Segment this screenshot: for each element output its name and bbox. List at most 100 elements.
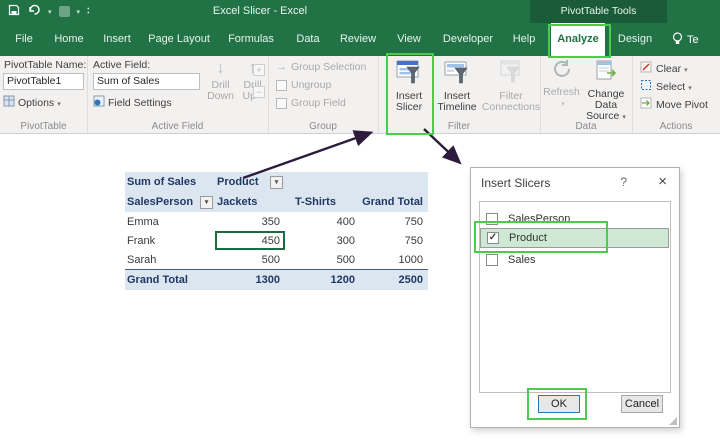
excel-window: ▾ ▾ ∶ Excel Slicer - Excel PivotTable To…: [0, 0, 720, 444]
undo-dropdown-icon[interactable]: ▾: [48, 8, 52, 16]
pivot-cell[interactable]: Grand Total: [125, 270, 215, 291]
pivot-cell[interactable]: 750: [360, 212, 428, 231]
tab-developer[interactable]: Developer: [436, 23, 500, 56]
pivot-header-cell[interactable]: [360, 172, 428, 192]
insert-slicer-button[interactable]: Insert Slicer: [388, 57, 430, 113]
salesperson-filter-dropdown[interactable]: [200, 196, 213, 209]
drill-down-icon: ↓: [216, 59, 225, 77]
group-selection-button: → Group Selection: [276, 61, 366, 73]
group-label-data: Data: [540, 121, 632, 132]
field-settings-icon: [93, 95, 105, 110]
product-checkbox[interactable]: ✓: [487, 232, 499, 244]
pivot-cell[interactable]: 1000: [360, 250, 428, 270]
ribbon-tab-row: File Home Insert Page Layout Formulas Da…: [0, 23, 720, 56]
pivot-cell[interactable]: 500: [215, 250, 285, 270]
sales-checkbox[interactable]: [486, 254, 498, 266]
tab-formulas[interactable]: Formulas: [220, 23, 282, 56]
ribbon-group-actions: Clear Select Move Pivot Actions: [632, 56, 720, 133]
pivot-cell[interactable]: 350: [215, 212, 285, 231]
ungroup-button: Ungroup: [276, 79, 331, 91]
resize-grip-icon[interactable]: [669, 417, 677, 425]
active-field-input[interactable]: Sum of Sales: [93, 73, 200, 90]
pivot-cell[interactable]: 750: [360, 231, 428, 250]
pivot-header-cell[interactable]: [285, 172, 360, 192]
pivot-cell[interactable]: 300: [285, 231, 360, 250]
ribbon-group-group: → Group Selection Ungroup Group Field Gr…: [268, 56, 379, 133]
tab-view[interactable]: View: [390, 23, 428, 56]
insert-timeline-icon: [444, 59, 470, 88]
select-button[interactable]: Select: [640, 79, 692, 94]
tab-design[interactable]: Design: [611, 23, 659, 56]
select-icon: [640, 79, 652, 94]
field-settings-label: Field Settings: [108, 97, 172, 109]
field-label: SalesPerson: [508, 213, 570, 225]
pivottable-name-input[interactable]: PivotTable1: [3, 73, 84, 90]
tab-home[interactable]: Home: [48, 23, 90, 56]
pivottable-name-label: PivotTable Name:: [4, 59, 86, 71]
dialog-title: Insert Slicers: [481, 176, 550, 190]
title-bar: ▾ ▾ ∶ Excel Slicer - Excel PivotTable To…: [0, 0, 720, 23]
tab-page-layout[interactable]: Page Layout: [144, 23, 214, 56]
product-filter-dropdown[interactable]: [270, 176, 283, 189]
field-item-product[interactable]: ✓ Product: [480, 228, 669, 248]
cancel-button[interactable]: Cancel: [621, 395, 663, 413]
refresh-button: Refresh: [544, 57, 579, 110]
field-item-sales[interactable]: Sales: [480, 250, 669, 270]
group-label-group: Group: [268, 121, 378, 132]
tab-analyze[interactable]: Analyze: [551, 23, 605, 56]
move-pivottable-button[interactable]: Move Pivot: [640, 97, 708, 112]
quick-access-toolbar: ▾ ▾ ∶: [8, 0, 90, 23]
field-item-salesperson[interactable]: SalesPerson: [480, 209, 669, 229]
tab-help[interactable]: Help: [506, 23, 542, 56]
pivot-row-field-cell[interactable]: SalesPerson: [125, 192, 215, 212]
salesperson-checkbox[interactable]: [486, 213, 498, 225]
expand-field-icon: +: [253, 64, 265, 76]
clear-button[interactable]: Clear: [640, 61, 688, 76]
pivot-cell[interactable]: 1200: [285, 270, 360, 291]
pivot-cell[interactable]: 500: [285, 250, 360, 270]
redo-icon: [59, 6, 70, 17]
field-label: Sales: [508, 254, 536, 266]
selected-cell[interactable]: 450: [215, 231, 285, 250]
filter-connections-button: Filter Connections: [482, 57, 540, 113]
group-selection-icon: →: [276, 62, 287, 73]
change-data-source-button[interactable]: Change Data Source: [581, 57, 631, 123]
field-settings-button[interactable]: Field Settings: [93, 95, 172, 110]
customize-qat-icon[interactable]: ∶: [87, 6, 90, 17]
insert-slicers-dialog: Insert Slicers ? × SalesPerson ✓ Product…: [470, 167, 680, 428]
save-icon[interactable]: [8, 3, 20, 21]
pivot-col-field-cell[interactable]: Product: [215, 172, 285, 192]
pivot-cell[interactable]: 2500: [360, 270, 428, 291]
pivot-header-jackets[interactable]: Jackets: [215, 192, 285, 212]
insert-slicer-icon: [396, 59, 422, 88]
pivot-cell[interactable]: Sarah: [125, 250, 215, 270]
ok-button[interactable]: OK: [538, 395, 580, 413]
close-icon[interactable]: ×: [658, 173, 667, 190]
options-label: Options: [18, 97, 61, 109]
col-field-label: Product: [217, 176, 259, 188]
pivot-header-grand-total[interactable]: Grand Total: [360, 192, 428, 212]
options-button[interactable]: Options: [3, 95, 61, 110]
contextual-tools-header: PivotTable Tools: [530, 0, 667, 23]
pivot-table: Sum of Sales Product SalesPerson Jackets…: [125, 172, 428, 290]
tab-review[interactable]: Review: [334, 23, 382, 56]
help-icon[interactable]: ?: [620, 175, 627, 189]
pivot-cell[interactable]: Frank: [125, 231, 215, 250]
insert-timeline-button[interactable]: Insert Timeline: [433, 57, 481, 113]
collapse-field-icon: −: [253, 86, 265, 98]
pivot-cell[interactable]: 400: [285, 212, 360, 231]
lightbulb-icon: [672, 32, 683, 48]
tab-data[interactable]: Data: [288, 23, 328, 56]
group-label-active-field: Active Field: [87, 121, 268, 132]
tab-file[interactable]: File: [8, 23, 40, 56]
pivot-header-tshirts[interactable]: T-Shirts: [285, 192, 360, 212]
pivot-row-sarah: Sarah 500 500 1000: [125, 250, 428, 270]
tab-insert[interactable]: Insert: [96, 23, 138, 56]
pivot-corner-cell[interactable]: Sum of Sales: [125, 172, 215, 192]
pivot-cell[interactable]: 1300: [215, 270, 285, 291]
redo-dropdown-icon: ▾: [77, 8, 81, 16]
tell-me-label: Te: [687, 34, 699, 46]
pivot-cell[interactable]: Emma: [125, 212, 215, 231]
undo-icon[interactable]: [27, 3, 41, 21]
tell-me-box[interactable]: Te: [672, 23, 699, 56]
